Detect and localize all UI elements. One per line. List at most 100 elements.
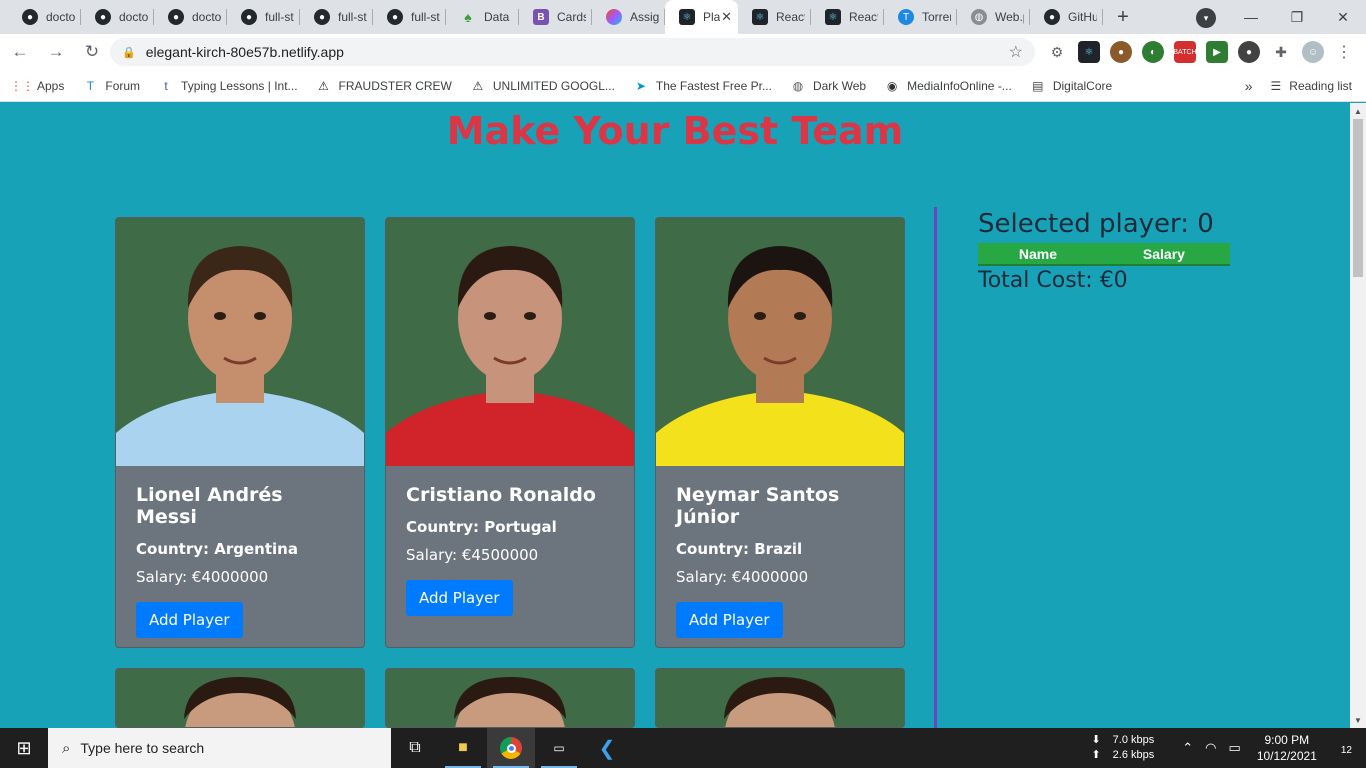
bookmark-item[interactable]: ⚠ UNLIMITED GOOGL... [470, 78, 615, 94]
player-photo [656, 218, 904, 466]
globe-icon: ◍ [792, 78, 804, 93]
reading-list-label[interactable]: Reading list [1289, 79, 1352, 93]
address-bar[interactable]: 🔒 elegant-kirch-80e57b.netlify.app ☆ [110, 38, 1035, 66]
taskbar-search-placeholder: Type here to search [80, 740, 205, 756]
lock-icon[interactable]: 🔒 [122, 46, 136, 59]
clock-time: 9:00 PM [1264, 733, 1310, 747]
bookmark-star-icon[interactable]: ☆ [1009, 42, 1023, 62]
bookmark-label: Apps [37, 78, 65, 93]
bookmark-item[interactable]: ⚠ FRAUDSTER CREW [316, 78, 452, 94]
add-player-button[interactable]: Add Player [406, 580, 513, 616]
bookmark-item[interactable]: ➤ The Fastest Free Pr... [633, 78, 772, 94]
tab-title: Torren [922, 10, 951, 24]
notifications-icon[interactable]: 12 [1341, 741, 1352, 756]
profile-avatar[interactable]: ☺ [1302, 41, 1324, 63]
player-card: Neymar Santos Júnior Country: Brazil Salar… [655, 217, 905, 648]
play-extension-icon[interactable]: ▶ [1206, 41, 1228, 63]
react-icon: ⚛ [825, 9, 841, 25]
taskbar-search-box[interactable]: ⌕ Type here to search [48, 728, 391, 768]
page-title: Make Your Best Team [446, 109, 904, 153]
file-explorer-icon[interactable]: ■ [439, 728, 487, 768]
windows-start-icon[interactable]: ⊞ [0, 728, 48, 768]
scroll-up-arrow-icon[interactable]: ▲ [1350, 103, 1366, 119]
browser-tab[interactable]: ● full-st [373, 0, 446, 34]
taskbar-clock[interactable]: 9:00 PM 10/12/2021 [1257, 732, 1317, 764]
system-tray: ⬇ ⬆ 7.0 kbps 2.6 kbps ⌃ ◠ ▭ 9:00 PM 10/12… [1091, 728, 1366, 768]
close-window-button[interactable]: ✕ [1320, 0, 1366, 34]
search-icon: ⌕ [62, 739, 71, 757]
bookmark-item[interactable]: t Typing Lessons | Int... [158, 78, 298, 94]
extensions-area: ⚙ ⚛ ● ◐ BATCH ▶ ● ✚ ☺ [1046, 41, 1324, 63]
blob-extension-icon[interactable]: ● [1238, 41, 1260, 63]
bookmark-item[interactable]: ◉ MediaInfoOnline -... [884, 78, 1012, 94]
github-icon: ● [168, 9, 184, 25]
wifi-icon[interactable]: ◠ [1205, 740, 1216, 756]
browser-tab[interactable]: ● full-st [227, 0, 300, 34]
minimize-button[interactable]: — [1228, 0, 1274, 34]
terminal-icon[interactable]: ▭ [535, 728, 583, 768]
tab-title: Web.p [995, 10, 1024, 24]
vscode-icon[interactable]: ❮ [583, 728, 631, 768]
player-card-next-row [655, 668, 905, 728]
apps-grid-icon: ⋮⋮ [10, 78, 34, 93]
scrollbar-thumb[interactable] [1353, 119, 1363, 277]
browser-tab[interactable]: ◍ Web.p [957, 0, 1030, 34]
reading-list-icon[interactable]: ☰ [1271, 79, 1282, 93]
browser-tab[interactable]: ● GitHu [1030, 0, 1103, 34]
warning-icon: ⚠ [472, 78, 484, 93]
tab-title: full-st [338, 10, 367, 24]
tab-title: React [776, 10, 805, 24]
browser-tab[interactable]: ♠ Data | [446, 0, 519, 34]
browser-tab[interactable]: ● doctor [154, 0, 227, 34]
chrome-menu-icon[interactable]: ⋮ [1336, 42, 1352, 62]
column-header-salary: Salary [1097, 243, 1230, 266]
player-salary: Salary: €4000000 [136, 568, 269, 586]
browser-tab[interactable]: Assign [592, 0, 665, 34]
tab-search-button[interactable]: ▾ [1196, 8, 1216, 28]
tab-title: full-st [411, 10, 440, 24]
browser-tab[interactable]: ● doctor [8, 0, 81, 34]
react-devtools-icon[interactable]: ⚛ [1078, 41, 1100, 63]
close-tab-icon[interactable]: ✕ [721, 9, 732, 25]
browser-tab[interactable]: ● full-st [300, 0, 373, 34]
browser-tab[interactable]: T Torren [884, 0, 957, 34]
player-card-body: Cristiano Ronaldo Country: Portugal Salary… [386, 466, 634, 634]
reload-button[interactable]: ↻ [76, 36, 108, 68]
add-player-button[interactable]: Add Player [676, 602, 783, 638]
chevron-up-icon[interactable]: ⌃ [1182, 740, 1193, 756]
chrome-taskbar-icon[interactable] [487, 728, 535, 768]
typing-icon: t [164, 78, 168, 93]
more-bookmarks-icon[interactable]: » [1245, 78, 1253, 94]
new-tab-button[interactable]: + [1103, 0, 1143, 34]
globe-extension-icon[interactable]: ◐ [1142, 41, 1164, 63]
bookmark-label: Typing Lessons | Int... [181, 78, 298, 93]
page-scrollbar[interactable]: ▲ ▼ [1350, 103, 1366, 728]
bookmark-label: Dark Web [812, 78, 867, 93]
window-controls: — ❐ ✕ [1228, 0, 1366, 34]
task-view-icon[interactable]: ⧉ [391, 728, 439, 768]
batch-extension-icon[interactable]: BATCH [1173, 41, 1197, 63]
cookie-icon[interactable]: ● [1110, 41, 1132, 63]
bookmark-item[interactable]: ▤ DigitalCore [1030, 78, 1112, 94]
battery-icon[interactable]: ▭ [1229, 740, 1241, 756]
forward-button[interactable]: → [40, 36, 72, 68]
add-player-button[interactable]: Add Player [136, 602, 243, 638]
browser-tab[interactable]: B Cards [519, 0, 592, 34]
back-button[interactable]: ← [4, 36, 36, 68]
bookmark-item[interactable]: T Forum [82, 78, 140, 94]
scroll-down-arrow-icon[interactable]: ▼ [1350, 712, 1366, 728]
restore-button[interactable]: ❐ [1274, 0, 1320, 34]
player-photo [656, 669, 904, 727]
player-photo [116, 218, 364, 466]
browser-tab[interactable]: ⚛ React [738, 0, 811, 34]
bookmark-item[interactable]: ◍ Dark Web [790, 78, 866, 94]
browser-tab[interactable]: ● doctor [81, 0, 154, 34]
bookmark-item[interactable]: ⋮⋮ Apps [10, 78, 65, 94]
torrent-icon: T [898, 9, 914, 25]
extension-icon[interactable]: ⚙ [1046, 41, 1068, 63]
browser-tab[interactable]: ⚛ Pla ✕ [665, 0, 738, 34]
puzzle-icon[interactable]: ✚ [1270, 41, 1292, 63]
browser-tab[interactable]: ⚛ React [811, 0, 884, 34]
player-country: Country: Brazil [676, 540, 803, 558]
tab-strip: ● doctor ● doctor ● doctor ● full-st ● full-st ● fu… [0, 0, 1366, 34]
